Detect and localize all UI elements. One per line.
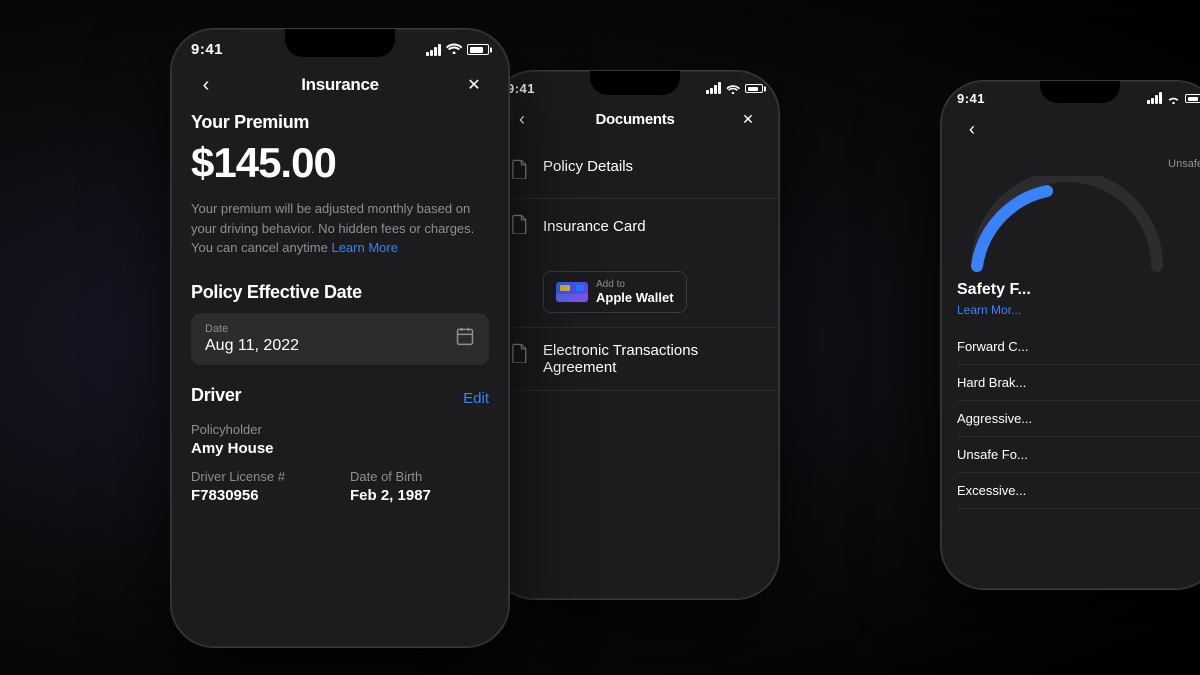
premium-label: Your Premium [191,112,489,133]
doc-icon-eta [511,343,529,368]
status-icons-right [1147,94,1200,104]
gauge-svg [957,176,1177,276]
safety-row-label-3: Unsafe Fo... [957,447,1028,462]
wifi-icon-right [1167,94,1180,104]
safety-row-1: Hard Brak... [957,365,1200,401]
close-button-main[interactable]: ✕ [459,70,489,100]
safety-title: Safety F... [957,281,1200,299]
premium-amount: $145.00 [191,139,489,187]
phone-mid: 9:41 ‹ Documents ✕ [490,70,780,600]
date-field-value: Aug 11, 2022 [205,337,299,355]
driver-fields-row: Driver License # F7830956 Date of Birth … [191,469,489,516]
driver-label: Driver [191,385,241,406]
status-time-mid: 9:41 [507,81,535,96]
scene: 9:41 ‹ Insurance [0,0,1200,675]
status-icons-mid [706,84,763,94]
back-button-right[interactable]: ‹ [957,114,987,144]
policy-date-section: Policy Effective Date Date Aug 11, 2022 [191,282,489,365]
phone-right: 9:41 ‹ Unsafe [940,80,1200,590]
dob-value: Feb 2, 1987 [350,487,489,504]
apple-wallet-area: Add to Apple Wallet [543,261,687,313]
wallet-card-icon [556,282,588,302]
status-icons-main [426,42,489,57]
unsafe-text: Unsafe [1168,158,1200,170]
apple-wallet-button[interactable]: Add to Apple Wallet [543,271,687,313]
policyholder-label: Policyholder [191,422,489,437]
date-input-box[interactable]: Date Aug 11, 2022 [191,313,489,365]
gauge-area: Unsafe [941,154,1200,281]
signal-icon-main [426,44,441,56]
safety-row-0: Forward C... [957,329,1200,365]
battery-icon-mid [745,84,763,93]
safety-row-label-2: Aggressive... [957,411,1032,426]
safety-row-2: Aggressive... [957,401,1200,437]
calendar-icon[interactable] [455,326,475,351]
back-button-main[interactable]: ‹ [191,70,221,100]
safety-row-label-1: Hard Brak... [957,375,1026,390]
notch [285,29,395,57]
date-field-label: Date [205,323,299,335]
notch-mid [590,71,680,95]
policyholder-value: Amy House [191,440,489,457]
driver-section: Driver Edit Policyholder Amy House Drive… [191,385,489,516]
driver-header: Driver Edit [191,385,489,412]
back-button-mid[interactable]: ‹ [507,104,537,134]
nav-title-main: Insurance [301,75,379,95]
wifi-icon-mid [726,84,740,94]
doc-label-insurance: Insurance Card [543,218,646,235]
nav-bar-mid: ‹ Documents ✕ [491,98,779,144]
nav-title-mid: Documents [596,111,675,128]
safety-row-3: Unsafe Fo... [957,437,1200,473]
close-button-mid[interactable]: ✕ [733,104,763,134]
doc-item-policy[interactable]: Policy Details [491,144,779,199]
wallet-label-text: Apple Wallet [596,290,674,305]
signal-icon-right [1147,94,1162,104]
doc-item-eta[interactable]: Electronic Transactions Agreement [491,328,779,391]
wallet-add-text: Add to [596,279,674,290]
edit-button[interactable]: Edit [463,390,489,407]
nav-bar-right: ‹ [941,108,1200,154]
learn-more-link[interactable]: Learn More [331,240,397,255]
notch-right [1040,81,1120,103]
license-label: Driver License # [191,469,330,484]
documents-list: Policy Details Insurance Card [491,144,779,391]
doc-item-insurance-header: Insurance Card [511,213,646,239]
status-time-right: 9:41 [957,91,985,106]
safety-learn[interactable]: Learn Mor... [957,303,1200,317]
wifi-icon-main [446,42,462,57]
battery-icon-right [1185,94,1200,103]
phone-main-content: Your Premium $145.00 Your premium will b… [171,112,509,516]
status-time-main: 9:41 [191,41,223,58]
safety-row-4: Excessive... [957,473,1200,509]
date-field: Date Aug 11, 2022 [205,323,299,355]
signal-icon-mid [706,84,721,94]
doc-item-insurance[interactable]: Insurance Card Add to Apple Wallet [491,199,779,328]
license-value: F7830956 [191,487,330,504]
doc-label-eta: Electronic Transactions Agreement [543,342,759,376]
phone-main: 9:41 ‹ Insurance [170,28,510,648]
doc-label-policy: Policy Details [543,158,633,175]
unsafe-label: Unsafe [957,154,1200,172]
dob-field: Date of Birth Feb 2, 1987 [350,469,489,516]
dob-label: Date of Birth [350,469,489,484]
safety-content: Safety F... Learn Mor... Forward C... Ha… [941,281,1200,509]
doc-icon-policy [511,159,529,184]
doc-icon-insurance [511,214,529,239]
wallet-btn-text: Add to Apple Wallet [596,279,674,305]
license-field: Driver License # F7830956 [191,469,330,516]
safety-row-label-4: Excessive... [957,483,1026,498]
nav-bar-main: ‹ Insurance ✕ [171,62,509,112]
safety-row-label-0: Forward C... [957,339,1029,354]
battery-icon-main [467,44,489,55]
premium-desc: Your premium will be adjusted monthly ba… [191,199,489,258]
policy-date-label: Policy Effective Date [191,282,489,303]
